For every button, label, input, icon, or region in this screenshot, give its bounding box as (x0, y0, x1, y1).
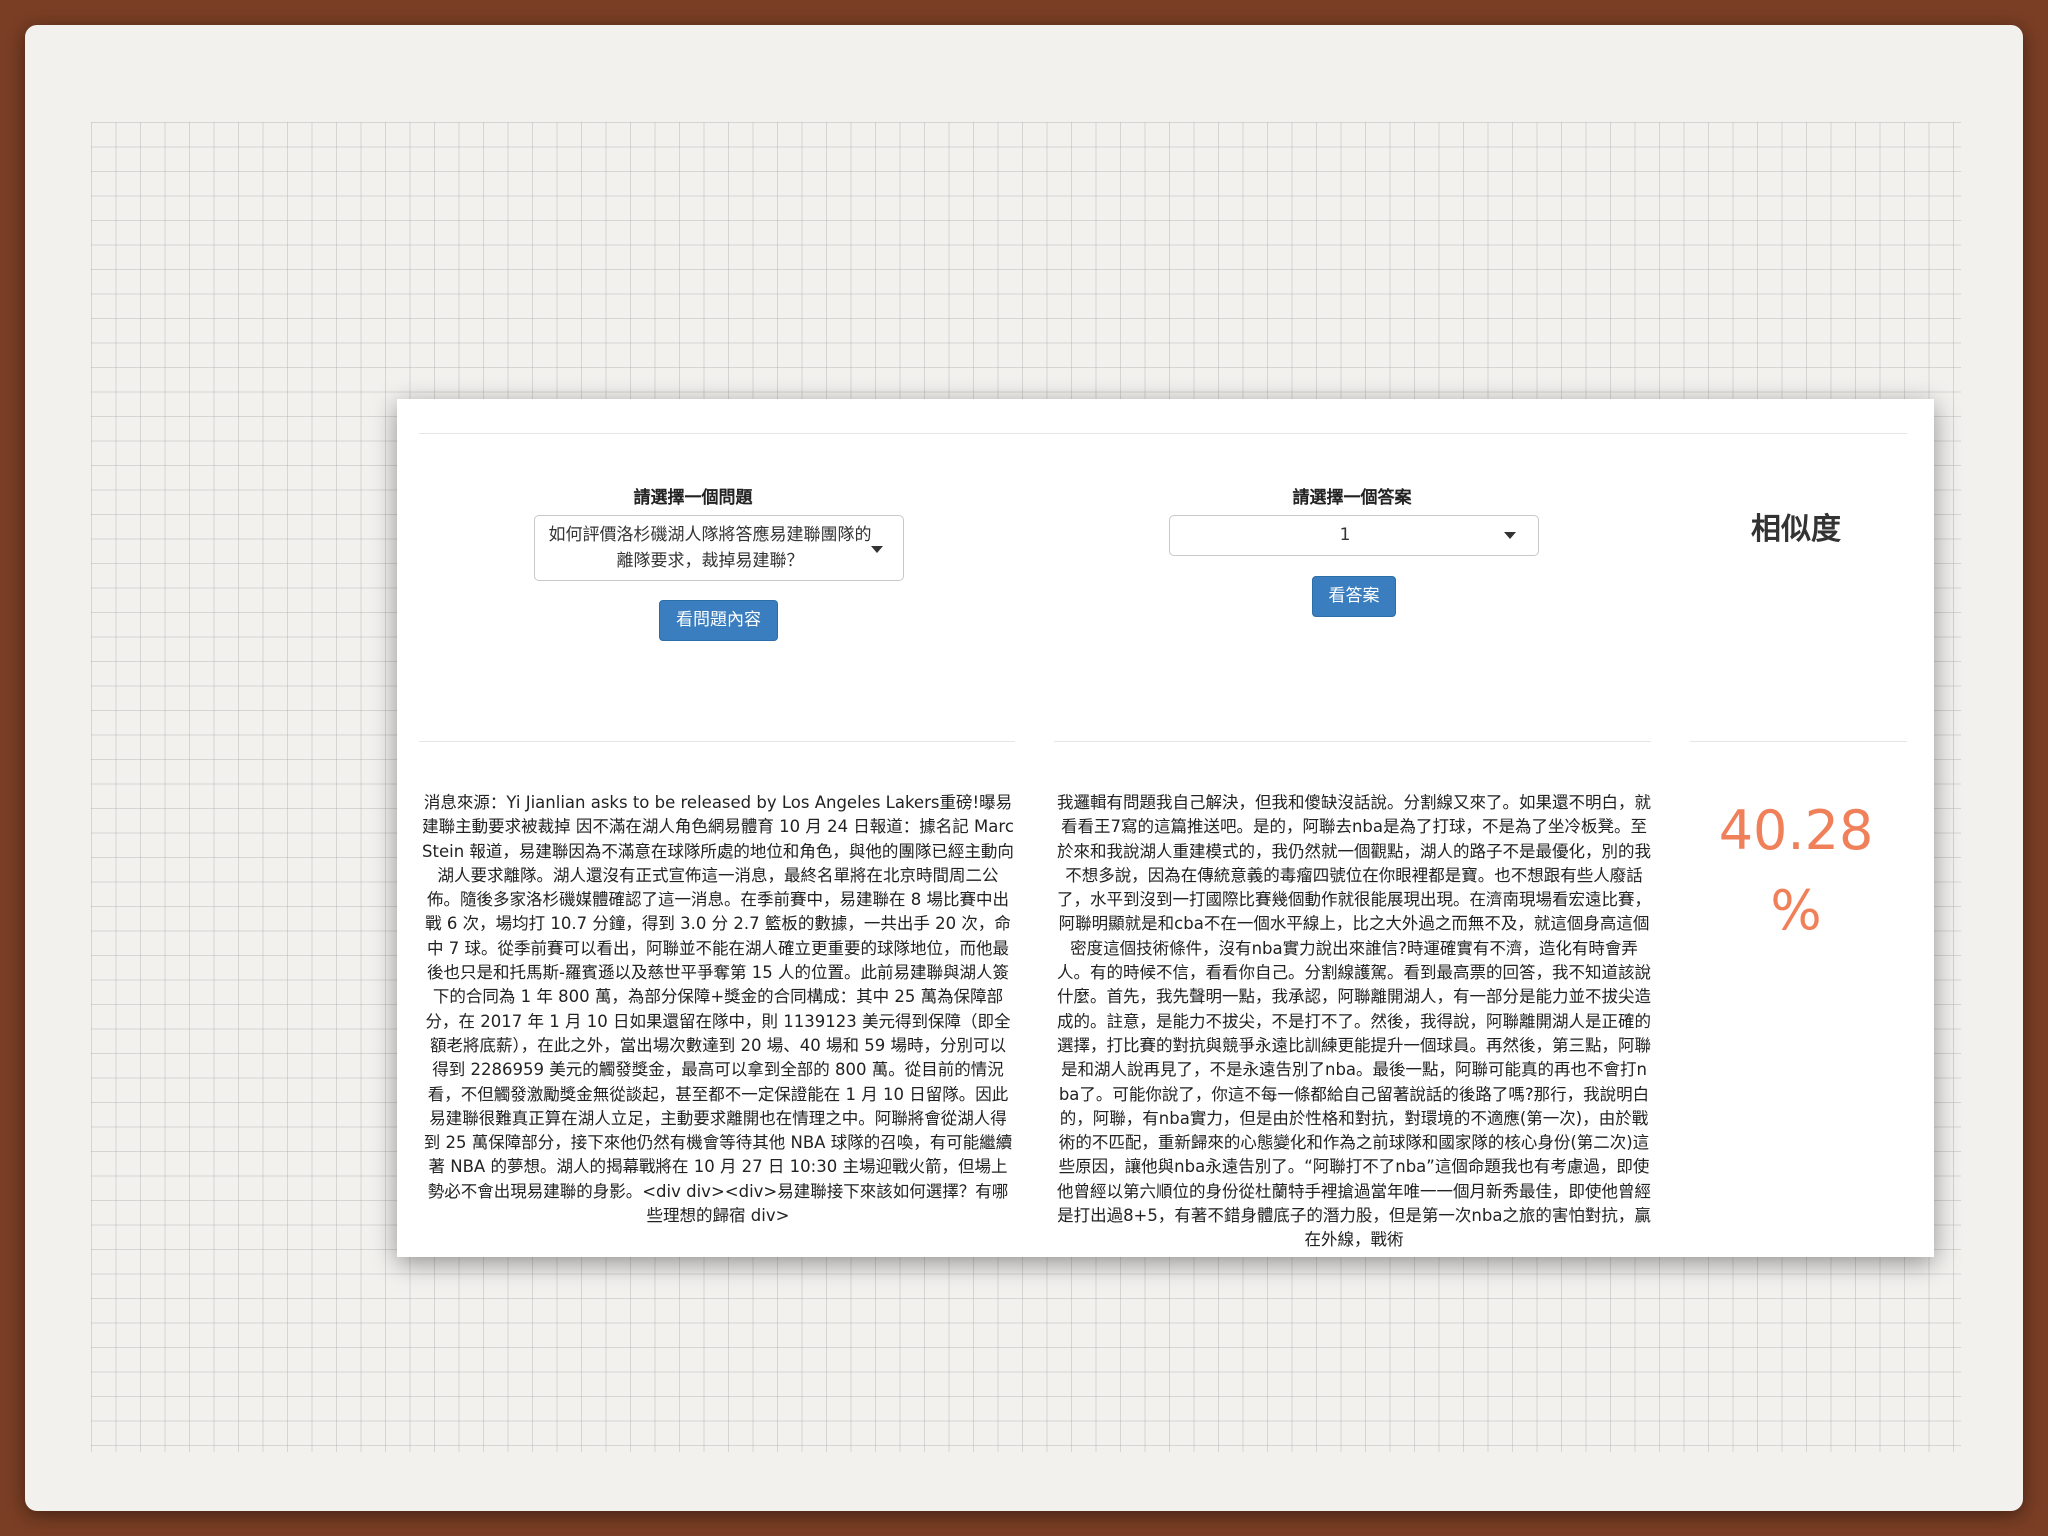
top-divider (419, 433, 1907, 434)
similarity-unit: % (1770, 879, 1822, 942)
similarity-title: 相似度 (1751, 512, 1841, 547)
app-card: 請選擇一個問題 如何評價洛杉磯湖人隊將答應易建聯團隊的離隊要求，裁掉易建聯？ 看… (397, 399, 1934, 1257)
question-select-label: 請選擇一個問題 (633, 488, 753, 508)
answer-select[interactable]: 1 (1169, 515, 1539, 556)
view-answer-button[interactable]: 看答案 (1312, 576, 1396, 617)
similarity-value: 40.28 (1718, 799, 1874, 862)
answer-select-value: 1 (1339, 525, 1351, 545)
similarity-divider (1690, 741, 1907, 742)
question-content-divider (419, 741, 1015, 742)
question-select-value: 如何評價洛杉磯湖人隊將答應易建聯團隊的離隊要求，裁掉易建聯？ (548, 525, 872, 571)
question-content-text: 消息來源：Yi Jianlian asks to be released by … (422, 793, 1014, 1226)
answer-content-text: 我邏輯有問題我自己解決，但我和傻缺沒話說。分割線又來了。如果還不明白，就看看王7… (1057, 793, 1651, 1250)
view-question-button[interactable]: 看問題內容 (659, 600, 778, 641)
answer-content-divider (1054, 741, 1651, 742)
question-select[interactable]: 如何評價洛杉磯湖人隊將答應易建聯團隊的離隊要求，裁掉易建聯？ (534, 515, 904, 581)
chevron-down-icon (1504, 532, 1516, 539)
chevron-down-icon (871, 546, 883, 553)
answer-select-label: 請選擇一個答案 (1292, 488, 1412, 508)
